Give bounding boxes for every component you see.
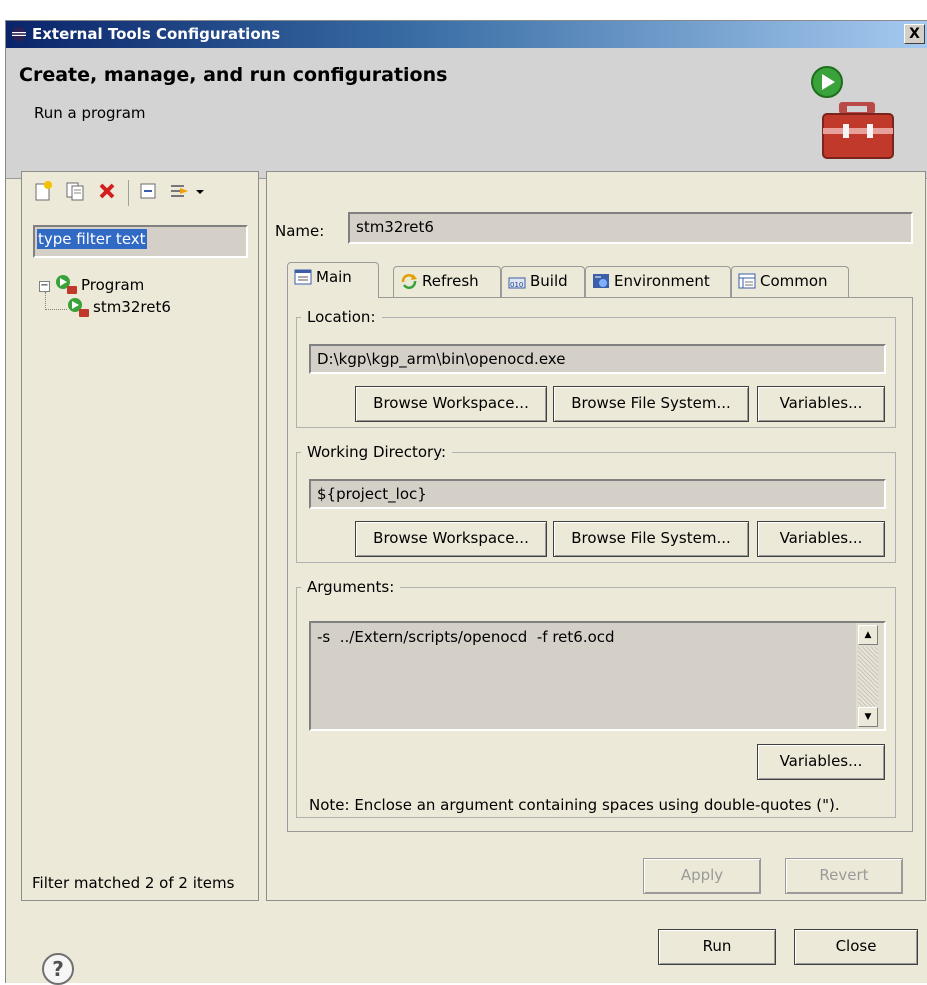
working-directory-group: Working Directory: ${project_loc} Browse…	[296, 443, 896, 563]
arguments-scrollbar[interactable]: ▲ ▼	[856, 623, 884, 729]
banner: Create, manage, and run configurations R…	[6, 48, 927, 179]
tab-environment[interactable]: Environment	[585, 266, 731, 297]
arguments-textarea[interactable]: -s ../Extern/scripts/openocd -f ret6.ocd…	[309, 621, 886, 731]
duplicate-config-icon[interactable]	[64, 180, 86, 202]
filter-input[interactable]: type filter text	[33, 225, 248, 258]
tab-main[interactable]: Main	[287, 262, 379, 298]
common-icon	[738, 273, 756, 289]
refresh-icon	[401, 274, 417, 289]
tree-label-config: stm32ret6	[93, 298, 171, 316]
location-group: Location: D:\kgp\kgp_arm\bin\openocd.exe…	[296, 308, 896, 428]
main-tab-content: Location: D:\kgp\kgp_arm\bin\openocd.exe…	[287, 297, 913, 832]
title-bar[interactable]: External Tools Configurations X	[6, 21, 927, 48]
external-tools-dialog: External Tools Configurations X Create, …	[5, 20, 927, 985]
tab-refresh[interactable]: Refresh	[393, 266, 501, 297]
toolbox-icon	[811, 66, 894, 159]
toolbar-separator	[128, 180, 129, 206]
scroll-down-icon[interactable]: ▼	[858, 707, 878, 727]
tab-build[interactable]: 010 Build	[501, 266, 585, 297]
program-config-icon	[68, 298, 89, 317]
tree-connector	[45, 292, 67, 310]
tab-label-environment: Environment	[614, 272, 710, 290]
location-input[interactable]: D:\kgp\kgp_arm\bin\openocd.exe	[309, 344, 886, 374]
filter-text[interactable]: type filter text	[37, 229, 147, 249]
banner-subheading: Run a program	[34, 104, 146, 122]
main-tab-icon	[294, 269, 312, 285]
configuration-list-panel: type filter text − Program stm32ret6 Fil…	[21, 171, 259, 901]
revert-button[interactable]: Revert	[785, 858, 903, 894]
location-browse-file-system-button[interactable]: Browse File System...	[553, 386, 749, 422]
tab-label-build: Build	[530, 272, 568, 290]
working-directory-input[interactable]: ${project_loc}	[309, 479, 886, 509]
banner-heading: Create, manage, and run configurations	[19, 64, 448, 86]
arguments-text: -s ../Extern/scripts/openocd -f ret6.ocd	[317, 628, 615, 646]
filter-config-icon[interactable]	[168, 180, 190, 202]
tree-node-program[interactable]: − Program	[39, 272, 239, 294]
close-button[interactable]: Close	[794, 929, 918, 965]
window-title: External Tools Configurations	[32, 25, 281, 43]
tab-label-common: Common	[760, 272, 828, 290]
apply-button[interactable]: Apply	[643, 858, 761, 894]
collapse-all-icon[interactable]	[138, 180, 160, 202]
arguments-variables-button[interactable]: Variables...	[757, 744, 885, 780]
location-browse-workspace-button[interactable]: Browse Workspace...	[355, 386, 547, 422]
tab-label-refresh: Refresh	[422, 272, 479, 290]
arguments-note: Note: Enclose an argument containing spa…	[309, 796, 840, 814]
tab-strip: Main Refresh 010 Build Environment Commo…	[287, 262, 912, 298]
scrollbar-track[interactable]	[858, 647, 878, 707]
tree-label-program: Program	[81, 276, 145, 294]
tab-label-main: Main	[316, 268, 352, 286]
name-label: Name:	[275, 222, 325, 240]
configuration-editor-panel: Name: stm32ret6 Main Refresh 010 Build E…	[266, 171, 926, 901]
window-close-button[interactable]: X	[904, 24, 925, 44]
location-variables-button[interactable]: Variables...	[757, 386, 885, 422]
eclipse-icon	[12, 27, 26, 41]
tree-expander[interactable]: −	[39, 281, 50, 292]
tab-common[interactable]: Common	[731, 266, 849, 297]
new-config-icon[interactable]	[32, 180, 54, 202]
working-directory-label: Working Directory:	[307, 443, 447, 461]
help-icon[interactable]: ?	[42, 953, 74, 985]
chevron-down-icon[interactable]	[194, 180, 206, 202]
delete-config-icon[interactable]	[96, 180, 118, 202]
working-directory-browse-workspace-button[interactable]: Browse Workspace...	[355, 521, 547, 557]
location-label: Location:	[307, 308, 376, 326]
filter-status: Filter matched 2 of 2 items	[32, 874, 235, 892]
arguments-group: Arguments: -s ../Extern/scripts/openocd …	[296, 578, 896, 818]
run-button[interactable]: Run	[658, 929, 776, 965]
tree-node-stm32ret6[interactable]: stm32ret6	[67, 294, 247, 317]
arguments-label: Arguments:	[307, 578, 395, 596]
name-field[interactable]: stm32ret6	[348, 212, 913, 244]
config-toolbar	[26, 176, 254, 212]
environment-icon	[593, 274, 609, 288]
scroll-up-icon[interactable]: ▲	[858, 625, 878, 645]
build-icon: 010	[508, 277, 526, 289]
working-directory-browse-file-system-button[interactable]: Browse File System...	[553, 521, 749, 557]
working-directory-variables-button[interactable]: Variables...	[757, 521, 885, 557]
svg-text:010: 010	[510, 281, 523, 289]
